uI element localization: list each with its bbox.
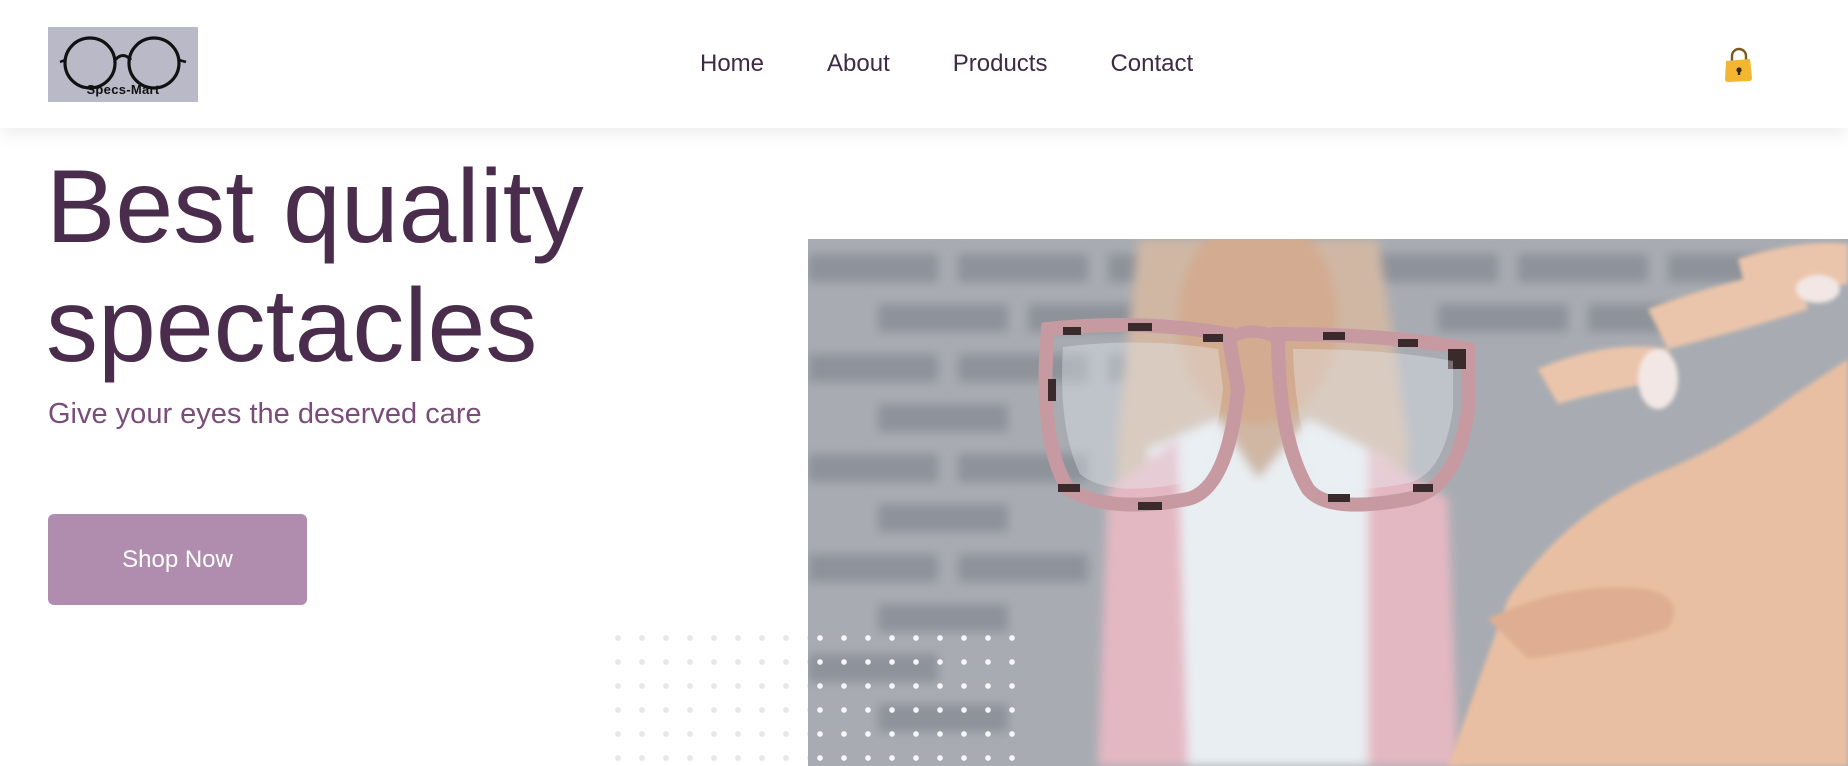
shopping-bag-icon: [1725, 47, 1752, 82]
nav-home[interactable]: Home: [700, 50, 764, 78]
main-nav: Home About Products Contact: [700, 50, 1256, 78]
logo[interactable]: Specs-Mart: [48, 27, 198, 102]
hero-title: Best quality spectacles: [46, 149, 584, 384]
site-header: Specs-Mart Home About Products Contact: [0, 0, 1848, 128]
nav-products[interactable]: Products: [953, 50, 1048, 78]
nav-contact[interactable]: Contact: [1110, 50, 1193, 78]
cart-button[interactable]: [1722, 47, 1754, 83]
hero-subtitle: Give your eyes the deserved care: [48, 398, 482, 430]
nav-about[interactable]: About: [827, 50, 890, 78]
shop-now-button[interactable]: Shop Now: [48, 514, 307, 605]
hero-image: [808, 239, 1848, 766]
dot-pattern-overlay: [808, 626, 1030, 766]
logo-text: Specs-Mart: [86, 82, 160, 97]
dot-pattern-decoration: [606, 626, 808, 766]
